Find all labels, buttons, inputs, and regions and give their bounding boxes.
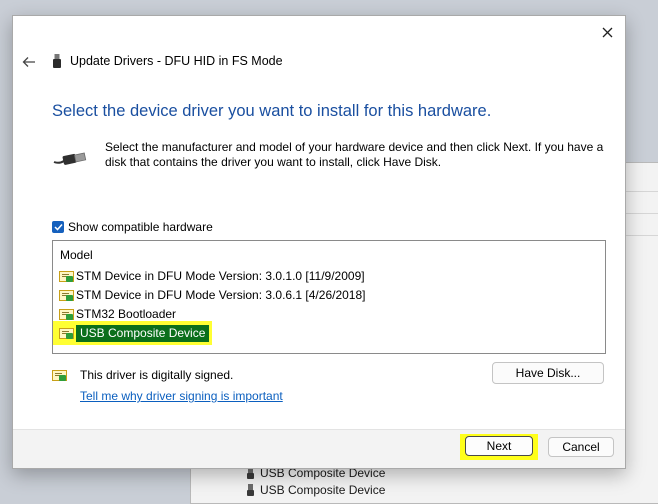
- model-listbox[interactable]: Model STM Device in DFU Mode Version: 3.…: [52, 240, 606, 354]
- signed-status-row: This driver is digitally signed.: [52, 368, 233, 382]
- next-button[interactable]: Next: [465, 436, 533, 456]
- driver-package-icon: [59, 327, 74, 339]
- dialog-title-row: Update Drivers - DFU HID in FS Mode: [53, 54, 283, 68]
- show-compatible-label: Show compatible hardware: [68, 220, 213, 234]
- usb-plug-icon: [247, 484, 254, 496]
- driver-package-icon: [59, 289, 74, 301]
- cancel-button[interactable]: Cancel: [548, 437, 614, 457]
- back-arrow-icon: [22, 57, 35, 67]
- model-list-item-label: STM Device in DFU Mode Version: 3.0.1.0 …: [76, 268, 365, 283]
- show-compatible-checkbox[interactable]: [52, 221, 64, 233]
- dialog-heading: Select the device driver you want to ins…: [52, 102, 492, 120]
- back-button[interactable]: [19, 52, 39, 72]
- model-list-item-label: STM32 Bootloader: [76, 306, 177, 321]
- model-column-header: Model: [60, 248, 93, 262]
- dialog-title: Update Drivers - DFU HID in FS Mode: [70, 54, 283, 68]
- driver-package-icon: [59, 308, 74, 320]
- usb-cable-icon-wrap: [53, 149, 87, 170]
- background-tree-item[interactable]: USB Composite Device: [247, 482, 385, 498]
- model-list-item-label: STM Device in DFU Mode Version: 3.0.6.1 …: [76, 287, 366, 302]
- dialog-description: Select the manufacturer and model of you…: [105, 140, 604, 169]
- update-drivers-dialog: Update Drivers - DFU HID in FS Mode Sele…: [12, 15, 626, 469]
- model-list-item-selected[interactable]: USB Composite Device: [53, 321, 213, 345]
- close-icon: [602, 27, 612, 37]
- model-list-item[interactable]: STM32 Bootloader: [59, 305, 176, 322]
- signed-status-text: This driver is digitally signed.: [80, 368, 234, 382]
- signed-driver-icon: [52, 369, 67, 381]
- driver-package-icon: [59, 270, 74, 282]
- driver-signing-link[interactable]: Tell me why driver signing is important: [80, 389, 283, 403]
- usb-cable-icon: [53, 152, 87, 165]
- model-list-item[interactable]: STM Device in DFU Mode Version: 3.0.6.1 …: [59, 286, 365, 303]
- have-disk-button[interactable]: Have Disk...: [492, 362, 604, 384]
- usb-device-icon: [53, 54, 61, 68]
- show-compatible-row[interactable]: Show compatible hardware: [52, 220, 213, 234]
- model-list-item[interactable]: STM Device in DFU Mode Version: 3.0.1.0 …: [59, 267, 365, 284]
- model-list-item-label: USB Composite Device: [76, 324, 210, 342]
- close-button[interactable]: [595, 20, 619, 44]
- checkmark-icon: [53, 223, 63, 231]
